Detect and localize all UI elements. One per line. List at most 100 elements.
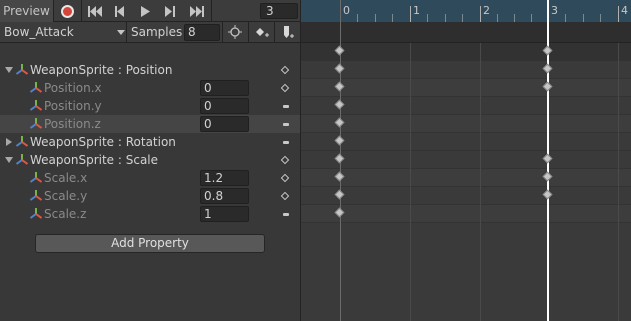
add-property-button[interactable]: Add Property <box>35 234 265 253</box>
transform-icon <box>30 100 42 111</box>
ruler-tick-label: 4 <box>621 4 628 17</box>
property-label: Scale.y <box>44 189 88 203</box>
keyframe-diamond-icon[interactable] <box>280 83 290 93</box>
toolbar-separator <box>81 0 82 22</box>
value-field[interactable]: 0 <box>200 98 249 114</box>
property-row-position-y[interactable]: Position.y 0 <box>0 97 300 115</box>
next-keyframe-button[interactable] <box>158 0 182 22</box>
value-field[interactable]: 0.8 <box>200 188 249 204</box>
dropdown-arrow-icon <box>117 30 125 35</box>
time-ruler[interactable]: 0 1 2 3 4 <box>301 0 631 22</box>
keyframe-dash-icon[interactable] <box>283 105 289 108</box>
previous-keyframe-button[interactable] <box>108 0 132 22</box>
preview-button[interactable]: Preview <box>0 0 54 22</box>
value-field[interactable]: 1.2 <box>200 170 249 186</box>
keyframe-diamond-icon[interactable] <box>280 191 290 201</box>
transform-icon <box>30 172 42 183</box>
keyframe-diamond-icon[interactable] <box>280 155 290 165</box>
keyframe-dash-icon[interactable] <box>283 123 289 126</box>
summary-track[interactable] <box>301 43 631 61</box>
transform-icon <box>30 82 42 93</box>
track-row[interactable] <box>301 205 631 223</box>
property-label: Scale.z <box>44 207 87 221</box>
track-row[interactable] <box>301 115 631 133</box>
property-label: Position.x <box>44 81 102 95</box>
dopesheet-timeline[interactable]: 0 1 2 3 4 <box>301 0 631 321</box>
value-field[interactable]: 0 <box>200 116 249 132</box>
ruler-minor-tick <box>427 14 428 22</box>
grid-line <box>618 43 619 321</box>
foldout-expanded-icon[interactable] <box>5 157 13 163</box>
play-button[interactable] <box>133 0 157 22</box>
toolbar-separator <box>211 0 212 22</box>
ruler-minor-tick <box>600 14 601 22</box>
property-label: Position.z <box>44 117 101 131</box>
property-row-position-z[interactable]: Position.z 0 <box>0 115 300 133</box>
keyframe-dash-icon[interactable] <box>283 213 289 216</box>
track-row[interactable] <box>301 97 631 115</box>
last-keyframe-button[interactable] <box>183 0 211 22</box>
ruler-minor-tick <box>462 14 463 22</box>
track-row[interactable] <box>301 151 631 169</box>
crosshair-icon <box>228 25 242 39</box>
add-event-button[interactable] <box>274 22 300 43</box>
event-track[interactable] <box>301 22 631 43</box>
add-keyframe-button[interactable] <box>248 22 274 43</box>
ruler-minor-tick <box>375 14 376 22</box>
keyframe-diamond-icon[interactable] <box>280 173 290 183</box>
keyframe-dash-icon[interactable] <box>283 141 289 144</box>
step-forward-icon <box>165 5 175 17</box>
track-row[interactable] <box>301 133 631 151</box>
track-row[interactable] <box>301 61 631 79</box>
record-button[interactable] <box>55 0 80 22</box>
foldout-expanded-icon[interactable] <box>5 67 13 73</box>
clip-name: Bow_Attack <box>4 25 74 39</box>
current-frame-field[interactable]: 3 <box>260 3 298 19</box>
property-row-scale-z[interactable]: Scale.z 1 <box>0 205 300 223</box>
ruler-minor-tick <box>392 14 393 22</box>
transform-icon <box>16 136 28 147</box>
step-back-icon <box>115 5 124 17</box>
first-keyframe-button[interactable] <box>83 0 107 22</box>
property-row-rotation[interactable]: WeaponSprite : Rotation <box>0 133 300 151</box>
play-icon <box>140 5 150 17</box>
transform-icon <box>16 154 28 165</box>
keyframe-diamond-icon[interactable] <box>280 65 290 75</box>
filter-keyframes-button[interactable] <box>222 22 248 43</box>
track-row[interactable] <box>301 187 631 205</box>
property-label: WeaponSprite : Position <box>30 63 173 77</box>
track-row[interactable] <box>301 79 631 97</box>
property-row-scale-y[interactable]: Scale.y 0.8 <box>0 187 300 205</box>
clip-dropdown[interactable]: Bow_Attack <box>0 22 127 43</box>
ruler-minor-tick <box>497 14 498 22</box>
animation-toolbar: Preview 3 <box>0 0 300 22</box>
ruler-tick <box>410 6 411 22</box>
foldout-collapsed-icon[interactable] <box>6 138 12 146</box>
add-event-icon <box>284 26 294 38</box>
skip-forward-icon <box>190 5 204 17</box>
samples-label: Samples <box>131 25 183 39</box>
ruler-minor-tick <box>445 14 446 22</box>
ruler-minor-tick <box>531 14 532 22</box>
value-field[interactable]: 0 <box>200 80 249 96</box>
transform-icon <box>30 190 42 201</box>
ruler-tick-label: 3 <box>551 4 558 17</box>
property-label: WeaponSprite : Scale <box>30 153 159 167</box>
ruler-minor-tick <box>583 14 584 22</box>
property-panel: Preview 3 Bow_Attack Samples 8 WeaponSpr… <box>0 0 300 321</box>
transform-icon <box>30 208 42 219</box>
transform-icon <box>30 118 42 129</box>
property-label: WeaponSprite : Rotation <box>30 135 176 149</box>
ruler-tick-label: 1 <box>413 4 420 17</box>
ruler-minor-tick <box>514 14 515 22</box>
samples-field[interactable]: 8 <box>184 24 220 41</box>
property-row-position[interactable]: WeaponSprite : Position <box>0 61 300 79</box>
property-row-scale[interactable]: WeaponSprite : Scale <box>0 151 300 169</box>
clip-toolbar: Bow_Attack Samples 8 <box>0 22 300 43</box>
property-row-scale-x[interactable]: Scale.x 1.2 <box>0 169 300 187</box>
track-row[interactable] <box>301 169 631 187</box>
grid-line <box>480 43 481 321</box>
value-field[interactable]: 1 <box>200 206 249 222</box>
ruler-tick <box>618 6 619 22</box>
property-row-position-x[interactable]: Position.x 0 <box>0 79 300 97</box>
